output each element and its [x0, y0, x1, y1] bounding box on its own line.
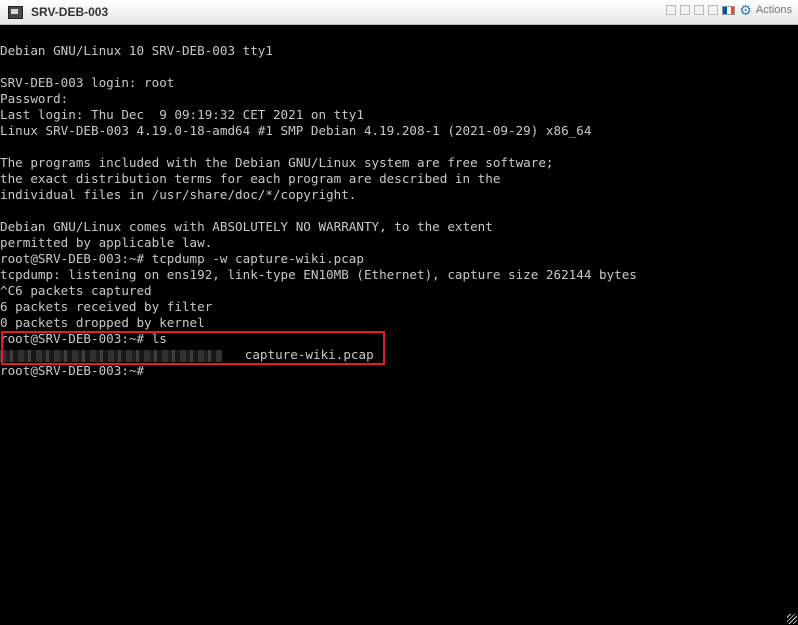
gear-icon[interactable]: ⚙ [739, 3, 752, 17]
terminal-line: Password: [0, 91, 69, 106]
title-bar: SRV-DEB-003 ⚙ Actions [0, 0, 798, 25]
window-title: SRV-DEB-003 [31, 5, 109, 19]
fullscreen-icon[interactable] [708, 5, 719, 15]
maximize-icon[interactable] [694, 5, 705, 15]
terminal-line: Linux SRV-DEB-003 4.19.0-18-amd64 #1 SMP… [0, 123, 592, 138]
terminal-line: SRV-DEB-003 login: root [0, 75, 175, 90]
terminal-line: 6 packets received by filter [0, 299, 213, 314]
actions-menu[interactable]: Actions [756, 4, 792, 16]
terminal-line: Debian GNU/Linux comes with ABSOLUTELY N… [0, 219, 493, 234]
resize-handle-icon[interactable] [787, 614, 797, 624]
terminal-line: Last login: Thu Dec 9 09:19:32 CET 2021 … [0, 107, 364, 122]
keyboard-language-flag-icon[interactable] [722, 5, 736, 15]
monitor-icon [8, 5, 23, 19]
minimize-icon[interactable] [680, 5, 691, 15]
flag-red-stripe [730, 6, 735, 14]
terminal-line: permitted by applicable law. [0, 235, 213, 250]
terminal-line: the exact distribution terms for each pr… [0, 171, 501, 186]
window-controls: ⚙ Actions [666, 3, 792, 17]
terminal-line: ^C6 packets captured [0, 283, 152, 298]
terminal-line: Debian GNU/Linux 10 SRV-DEB-003 tty1 [0, 43, 273, 58]
send-keys-icon[interactable] [666, 5, 677, 15]
terminal-line: individual files in /usr/share/doc/*/cop… [0, 187, 357, 202]
terminal-line: root@SRV-DEB-003:~# tcpdump -w capture-w… [0, 251, 364, 266]
console-window: SRV-DEB-003 ⚙ Actions Debian GNU/Linux 1… [0, 0, 798, 625]
terminal-screen[interactable]: Debian GNU/Linux 10 SRV-DEB-003 tty1 SRV… [0, 25, 798, 625]
highlight-box [1, 331, 385, 365]
terminal-line: tcpdump: listening on ens192, link-type … [0, 267, 637, 282]
terminal-line: 0 packets dropped by kernel [0, 315, 205, 330]
terminal-line: The programs included with the Debian GN… [0, 155, 554, 170]
terminal-prompt: root@SRV-DEB-003:~# [0, 363, 145, 378]
